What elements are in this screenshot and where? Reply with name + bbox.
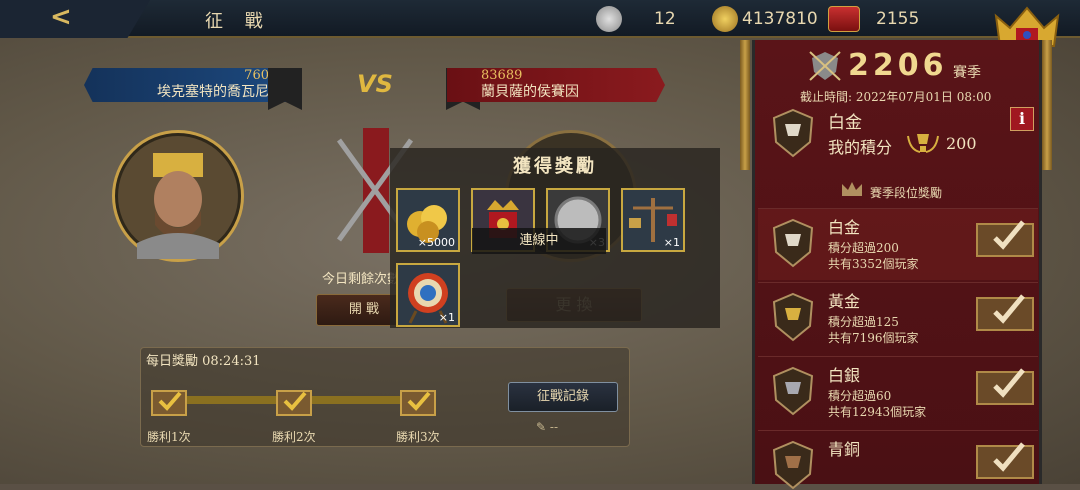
treasure-chest-icon[interactable] [275, 383, 313, 417]
platinum-badge-icon [772, 108, 814, 158]
tier-player-count: 共有3352個玩家 [828, 257, 919, 271]
gold-badge-icon [772, 292, 814, 342]
silver-count: 12 [654, 9, 676, 29]
reward-chest-claimed-icon[interactable] [975, 362, 1035, 406]
gold-pillar-left [740, 40, 750, 170]
tier-requirement: 積分超過200 [828, 241, 899, 255]
tier-requirement: 積分超過125 [828, 315, 899, 329]
treasure-chest-icon[interactable] [399, 383, 437, 417]
record-value: -- [549, 420, 558, 434]
right-player-score: 83689 [481, 68, 523, 83]
gold-count: 4137810 [742, 9, 818, 29]
reward-item-scales[interactable]: ×1 [621, 188, 685, 252]
tier-name: 黃金 [828, 292, 861, 311]
trophy-laurel-icon [907, 134, 939, 153]
connecting-status: 連線中 [472, 228, 606, 254]
reward-qty: ×1 [438, 311, 455, 324]
reward-qty: ×5000 [417, 236, 455, 249]
silver-coin-icon [596, 6, 622, 32]
page-title: 征 戰 [205, 11, 271, 32]
remaining-attempts-label: 今日剩餘次數 [322, 272, 401, 287]
silver-badge-icon [772, 366, 814, 416]
tier-name: 白銀 [828, 366, 861, 385]
record-info: ✎ -- [536, 420, 558, 434]
season-score: 2206 [848, 48, 948, 83]
daily-rewards-timer: 每日獎勵 08:24:31 [146, 354, 261, 369]
gold-coin-icon [712, 6, 738, 32]
right-player-name: 蘭貝薩的侯賽因 [481, 84, 579, 100]
my-points-value: 200 [946, 134, 977, 153]
season-rank-rewards-header: 賽季段位獎勵 [870, 186, 943, 200]
crown-small-icon [842, 182, 862, 196]
win-1-label: 勝利1次 [147, 430, 191, 444]
reward-chest-claimed-icon[interactable] [975, 288, 1035, 332]
honor-currency: 2155 [828, 5, 919, 33]
left-player-portrait[interactable] [112, 130, 244, 262]
reward-item-gold-coins[interactable]: ×5000 [396, 188, 460, 252]
back-button[interactable]: < [0, 0, 150, 38]
season-label: 賽季 [953, 65, 981, 81]
tier-name: 青銅 [828, 440, 861, 459]
reward-chest-claimed-icon[interactable] [975, 214, 1035, 258]
vs-label: VS [357, 70, 393, 98]
treasure-chest-icon[interactable] [150, 383, 188, 417]
my-tier-name: 白金 [828, 113, 862, 133]
back-arrow-icon: < [50, 2, 72, 32]
platinum-badge-icon [772, 218, 814, 268]
reward-chest-claimed-icon[interactable] [975, 436, 1035, 480]
win-3-label: 勝利3次 [396, 430, 440, 444]
tier-player-count: 共有7196個玩家 [828, 331, 919, 345]
bronze-badge-icon [772, 440, 814, 490]
shield-swords-icon [809, 51, 841, 81]
left-player-plate: 760 埃克塞特的喬瓦尼 [84, 68, 299, 102]
scroll-icon: ✎ [536, 420, 547, 434]
reward-qty: ×1 [663, 236, 680, 249]
king-avatar-icon [118, 136, 238, 259]
info-button[interactable]: i [1010, 107, 1034, 131]
info-icon: i [1018, 109, 1026, 128]
left-player-score: 760 [244, 68, 269, 83]
reward-item-archery-target[interactable]: ×1 [396, 263, 460, 327]
battle-record-button[interactable]: 征戰記錄 [508, 382, 618, 412]
season-deadline: 截止時間: 2022年07月01日 08:00 [800, 90, 992, 104]
reward-popup-title: 獲得獎勵 [513, 156, 597, 177]
honor-crest-icon [828, 6, 860, 32]
honor-count: 2155 [876, 9, 920, 29]
tier-player-count: 共有12943個玩家 [828, 405, 927, 419]
tier-name: 白金 [828, 218, 861, 237]
left-player-name: 埃克塞特的喬瓦尼 [157, 84, 269, 100]
right-player-plate: 83689 蘭貝薩的侯賽因 [447, 68, 665, 102]
gold-currency: 4137810 [712, 5, 818, 33]
win-2-label: 勝利2次 [272, 430, 316, 444]
tier-requirement: 積分超過60 [828, 389, 892, 403]
silver-currency: 12 [596, 5, 676, 33]
gold-pillar-right [1042, 40, 1052, 170]
my-points-label: 我的積分 [828, 138, 893, 157]
